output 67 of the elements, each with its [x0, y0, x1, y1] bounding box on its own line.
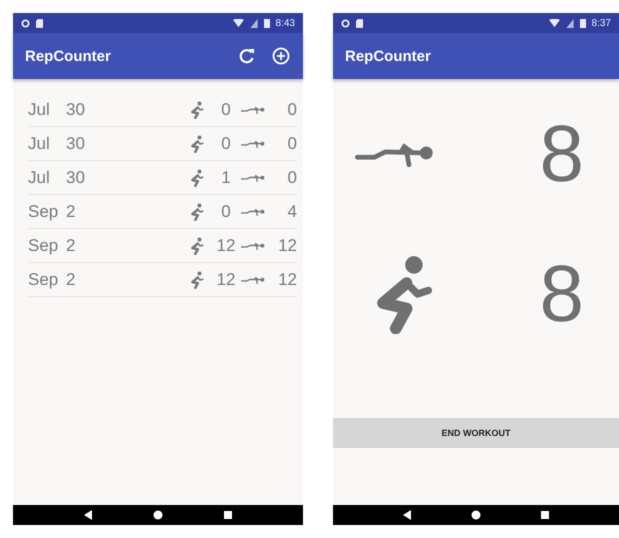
sd-card-icon — [36, 18, 43, 28]
workout-day: 30 — [66, 100, 189, 120]
app-title: RepCounter — [25, 48, 112, 64]
workout-day: 30 — [66, 134, 189, 154]
workout-day: 30 — [66, 168, 189, 188]
squat-count: 0 — [220, 100, 232, 120]
wifi-icon — [548, 18, 560, 28]
workout-month: Sep — [28, 202, 60, 222]
squat-icon — [189, 134, 205, 152]
workout-row[interactable]: Jul 30 0 0 — [28, 127, 297, 161]
home-icon[interactable] — [470, 510, 481, 520]
home-icon[interactable] — [153, 510, 163, 520]
pushup-icon — [241, 172, 265, 182]
back-icon[interactable] — [83, 510, 93, 520]
squat-count: 12 — [216, 236, 236, 256]
pushup-icon — [241, 240, 265, 250]
add-icon[interactable] — [271, 46, 291, 66]
signal-icon — [566, 18, 574, 28]
sd-card-icon — [356, 18, 363, 28]
recents-icon[interactable] — [540, 510, 550, 520]
squat-icon — [189, 100, 205, 118]
rep-count: 8 — [540, 248, 584, 340]
squat-icon — [189, 168, 205, 186]
end-workout-button[interactable]: END WORKOUT — [333, 418, 619, 448]
circle-icon — [341, 18, 350, 28]
squat-icon — [189, 236, 205, 254]
pushup-icon — [241, 274, 265, 284]
back-icon[interactable] — [402, 510, 412, 520]
squat-count: 12 — [216, 270, 236, 290]
app-title: RepCounter — [345, 48, 432, 64]
circle-icon — [21, 18, 30, 28]
workout-month: Sep — [28, 270, 60, 290]
pushup-icon — [241, 138, 265, 148]
wifi-icon — [232, 18, 244, 28]
rep-count: 8 — [540, 108, 584, 200]
refresh-icon[interactable] — [237, 46, 257, 66]
workout-month: Sep — [28, 236, 60, 256]
workout-day: 2 — [66, 202, 189, 222]
pushup-icon — [241, 104, 265, 114]
squat-icon — [189, 202, 205, 220]
workout-row[interactable]: Jul 30 0 0 — [28, 93, 297, 127]
workout-row[interactable]: Jul 30 1 0 — [28, 161, 297, 195]
pushup-count: 0 — [286, 168, 297, 188]
signal-icon — [250, 18, 258, 28]
workout-row[interactable]: Sep 2 12 12 — [28, 229, 297, 263]
status-time: 8:43 — [276, 18, 295, 28]
workout-row[interactable]: Sep 2 0 4 — [28, 195, 297, 229]
pushup-count: 0 — [286, 100, 297, 120]
pushup-count: 0 — [286, 134, 297, 154]
workout-month: Jul — [28, 134, 51, 154]
squat-count: 0 — [220, 134, 232, 154]
pushup-count: 4 — [286, 202, 297, 222]
squat-count: 1 — [220, 168, 232, 188]
squat-count: 0 — [220, 202, 232, 222]
workout-day: 2 — [66, 270, 189, 290]
pushup-icon — [241, 206, 265, 216]
workout-month: Jul — [28, 168, 51, 188]
battery-icon — [580, 18, 586, 28]
pushup-count: 12 — [277, 236, 297, 256]
squat-icon — [189, 270, 205, 288]
recents-icon[interactable] — [223, 510, 233, 520]
workout-month: Jul — [28, 100, 51, 120]
workout-row[interactable]: Sep 2 12 12 — [28, 263, 297, 297]
pushup-count: 12 — [277, 270, 297, 290]
status-time: 8:37 — [592, 18, 611, 28]
workout-day: 2 — [66, 236, 189, 256]
battery-icon — [264, 18, 270, 28]
